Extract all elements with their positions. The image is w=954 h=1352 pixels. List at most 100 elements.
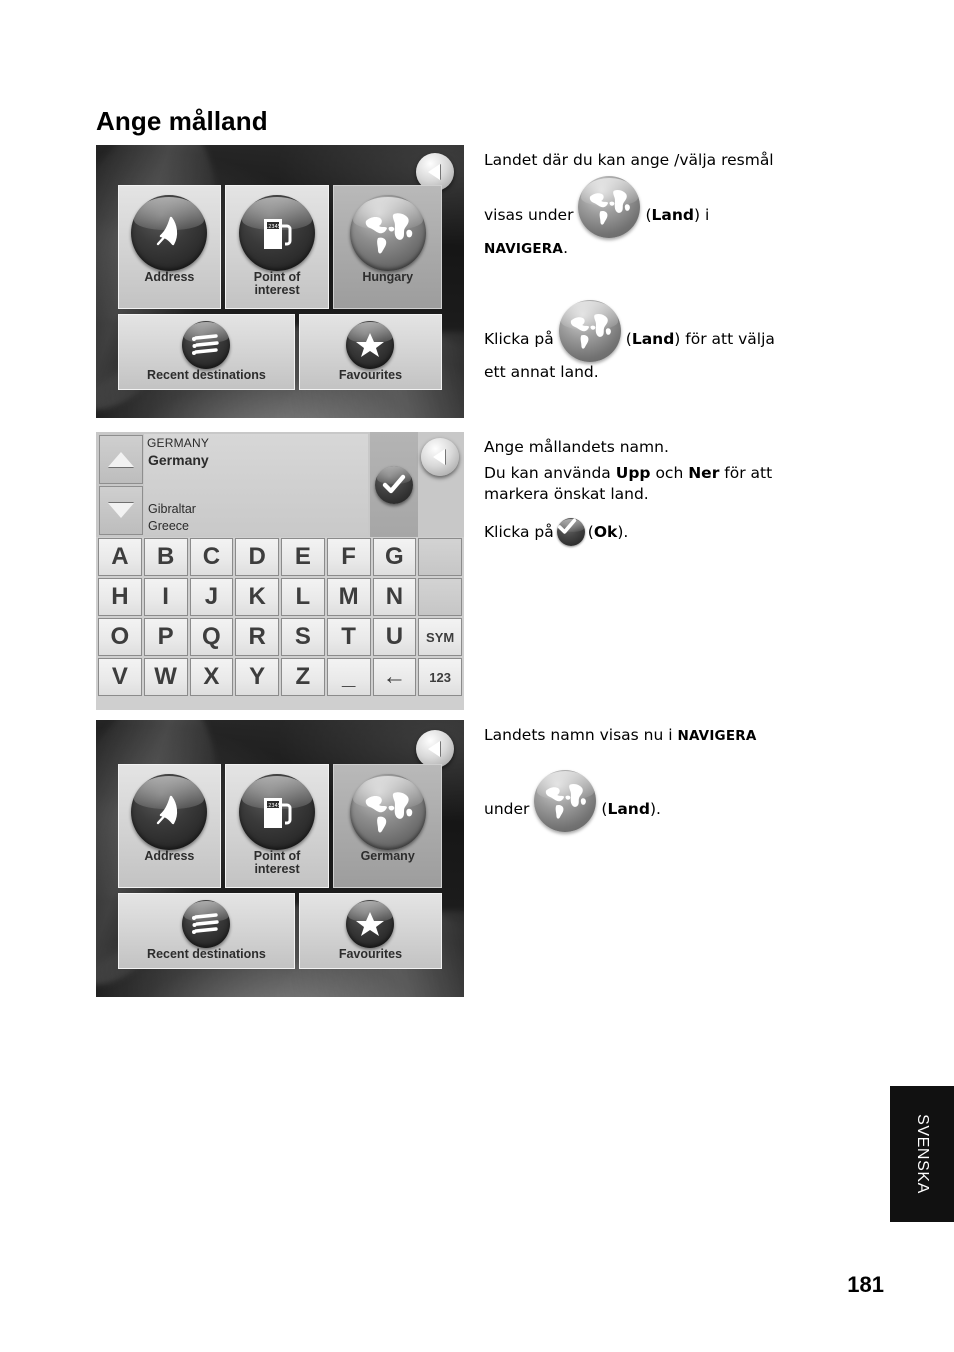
- key-numbers[interactable]: 123: [418, 658, 462, 696]
- key-p[interactable]: P: [143, 618, 188, 656]
- checkmark-icon: [556, 518, 585, 547]
- key-o[interactable]: O: [98, 618, 142, 656]
- device-screenshot-keyboard: GERMANY Germany Gibraltar Greece A B C D…: [96, 432, 464, 710]
- back-arrow-icon: [427, 164, 440, 180]
- paragraph: Klicka på (Land) för att välja ett annat l…: [484, 300, 884, 382]
- tile-address[interactable]: Address: [118, 185, 221, 309]
- bold-term: Ner: [688, 464, 720, 483]
- keyboard-row: H I J K L M N: [98, 578, 462, 616]
- key-symbols[interactable]: SYM: [418, 618, 462, 656]
- bold-term: Land: [631, 330, 675, 348]
- key-s[interactable]: S: [281, 618, 325, 656]
- bold-term: Land: [607, 799, 650, 818]
- tile-recent-destinations[interactable]: Recent destinations: [118, 893, 295, 969]
- tile-point-of-interest[interactable]: 12345 Point of interest: [224, 185, 330, 309]
- key-b[interactable]: B: [143, 538, 188, 576]
- ok-button[interactable]: [370, 432, 418, 537]
- tile-country[interactable]: Hungary: [333, 185, 442, 309]
- tile-label: Germany: [360, 849, 415, 863]
- star-icon: [346, 900, 395, 948]
- globe-icon: [534, 769, 597, 832]
- key-d[interactable]: D: [235, 538, 279, 576]
- onscreen-keyboard: A B C D E F G H I J K L M N O P Q R S T …: [96, 537, 464, 700]
- tile-favourites[interactable]: Favourites: [298, 314, 442, 390]
- text-run: Landets namn visas nu i: [484, 726, 678, 744]
- key-v[interactable]: V: [98, 658, 142, 696]
- key-q[interactable]: Q: [189, 618, 234, 656]
- text-run: och: [650, 464, 689, 483]
- tile-address[interactable]: Address: [118, 764, 221, 888]
- map-pin-icon: [131, 195, 208, 271]
- tile-country[interactable]: Germany: [333, 764, 442, 888]
- globe-icon: [558, 300, 621, 362]
- triangle-down-icon: [108, 503, 134, 518]
- checkmark-icon: [375, 465, 413, 504]
- list-item[interactable]: Greece: [144, 519, 189, 533]
- key-m[interactable]: M: [326, 578, 371, 616]
- device-screenshot-menu-before: Address 12345 Point of interest Hungary …: [96, 145, 464, 418]
- manual-page: Ange målland Address 12345 Point of inte…: [0, 0, 954, 1352]
- tile-favourites[interactable]: Favourites: [298, 893, 442, 969]
- tile-label: Hungary: [362, 270, 414, 284]
- device-screenshot-menu-after: Address 12345 Point of interest Germany …: [96, 720, 464, 997]
- tile-row-1: Address 12345 Point of interest: [118, 185, 442, 309]
- tile-label: Recent destinations: [147, 947, 266, 961]
- globe-icon: [578, 176, 641, 239]
- key-space[interactable]: _: [326, 658, 371, 696]
- scroll-up-button[interactable]: [99, 435, 143, 484]
- key-t[interactable]: T: [326, 618, 371, 656]
- text-run: Klicka på: [484, 523, 554, 542]
- key-backspace[interactable]: ←: [372, 658, 417, 696]
- text-run: för att: [719, 464, 773, 483]
- scroll-down-button[interactable]: [99, 486, 143, 535]
- key-c[interactable]: C: [189, 538, 234, 576]
- paragraph: under (Land).: [484, 769, 884, 832]
- text-run: Klicka på: [484, 330, 554, 348]
- globe-icon: [349, 774, 426, 850]
- list-scroll-arrows: [99, 435, 143, 537]
- key-j[interactable]: J: [189, 578, 234, 616]
- tile-recent-destinations[interactable]: Recent destinations: [118, 314, 295, 390]
- tile-row-2: Recent destinations Favourites: [118, 893, 442, 969]
- key-k[interactable]: K: [235, 578, 279, 616]
- map-pin-icon: [131, 774, 208, 850]
- triangle-up-icon: [108, 452, 134, 467]
- tile-row-1: Address 12345 Point of interest: [118, 764, 442, 888]
- paragraph: Landets namn visas nu i NAVIGERA: [484, 725, 884, 746]
- key-blank: [418, 578, 462, 616]
- country-list[interactable]: GERMANY Germany Gibraltar Greece: [144, 434, 368, 535]
- key-r[interactable]: R: [235, 618, 279, 656]
- paragraph: Klicka på (Ok).: [484, 518, 884, 547]
- key-a[interactable]: A: [98, 538, 142, 576]
- key-u[interactable]: U: [372, 618, 417, 656]
- tile-label: Address: [144, 270, 195, 284]
- tile-label: Favourites: [338, 947, 403, 961]
- key-f[interactable]: F: [326, 538, 371, 576]
- keyboard-row: A B C D E F G: [98, 538, 462, 576]
- text-run: ).: [617, 523, 629, 542]
- fuel-pump-icon: 12345: [239, 195, 316, 271]
- list-item[interactable]: Gibraltar: [144, 502, 196, 516]
- text-run: markera önskat land.: [484, 484, 649, 503]
- key-h[interactable]: H: [98, 578, 142, 616]
- key-z[interactable]: Z: [281, 658, 325, 696]
- back-button[interactable]: [421, 438, 459, 476]
- bold-term: Land: [651, 206, 694, 225]
- text-run: .: [563, 239, 568, 258]
- key-i[interactable]: I: [143, 578, 188, 616]
- back-button[interactable]: [416, 730, 454, 768]
- smallcaps-term: NAVIGERA: [484, 241, 564, 258]
- smallcaps-term: NAVIGERA: [677, 728, 757, 744]
- key-w[interactable]: W: [143, 658, 188, 696]
- key-l[interactable]: L: [281, 578, 325, 616]
- key-e[interactable]: E: [281, 538, 325, 576]
- text-run: ) i: [693, 206, 710, 225]
- text-run: Du kan använda: [484, 464, 616, 483]
- key-y[interactable]: Y: [235, 658, 279, 696]
- key-x[interactable]: X: [189, 658, 234, 696]
- text-block-enter-country: Ange mållandets namn. Du kan använda Upp…: [484, 437, 884, 552]
- key-g[interactable]: G: [372, 538, 417, 576]
- keyboard-row: O P Q R S T U SYM: [98, 618, 462, 656]
- key-n[interactable]: N: [372, 578, 417, 616]
- tile-point-of-interest[interactable]: 12345 Point of interest: [224, 764, 330, 888]
